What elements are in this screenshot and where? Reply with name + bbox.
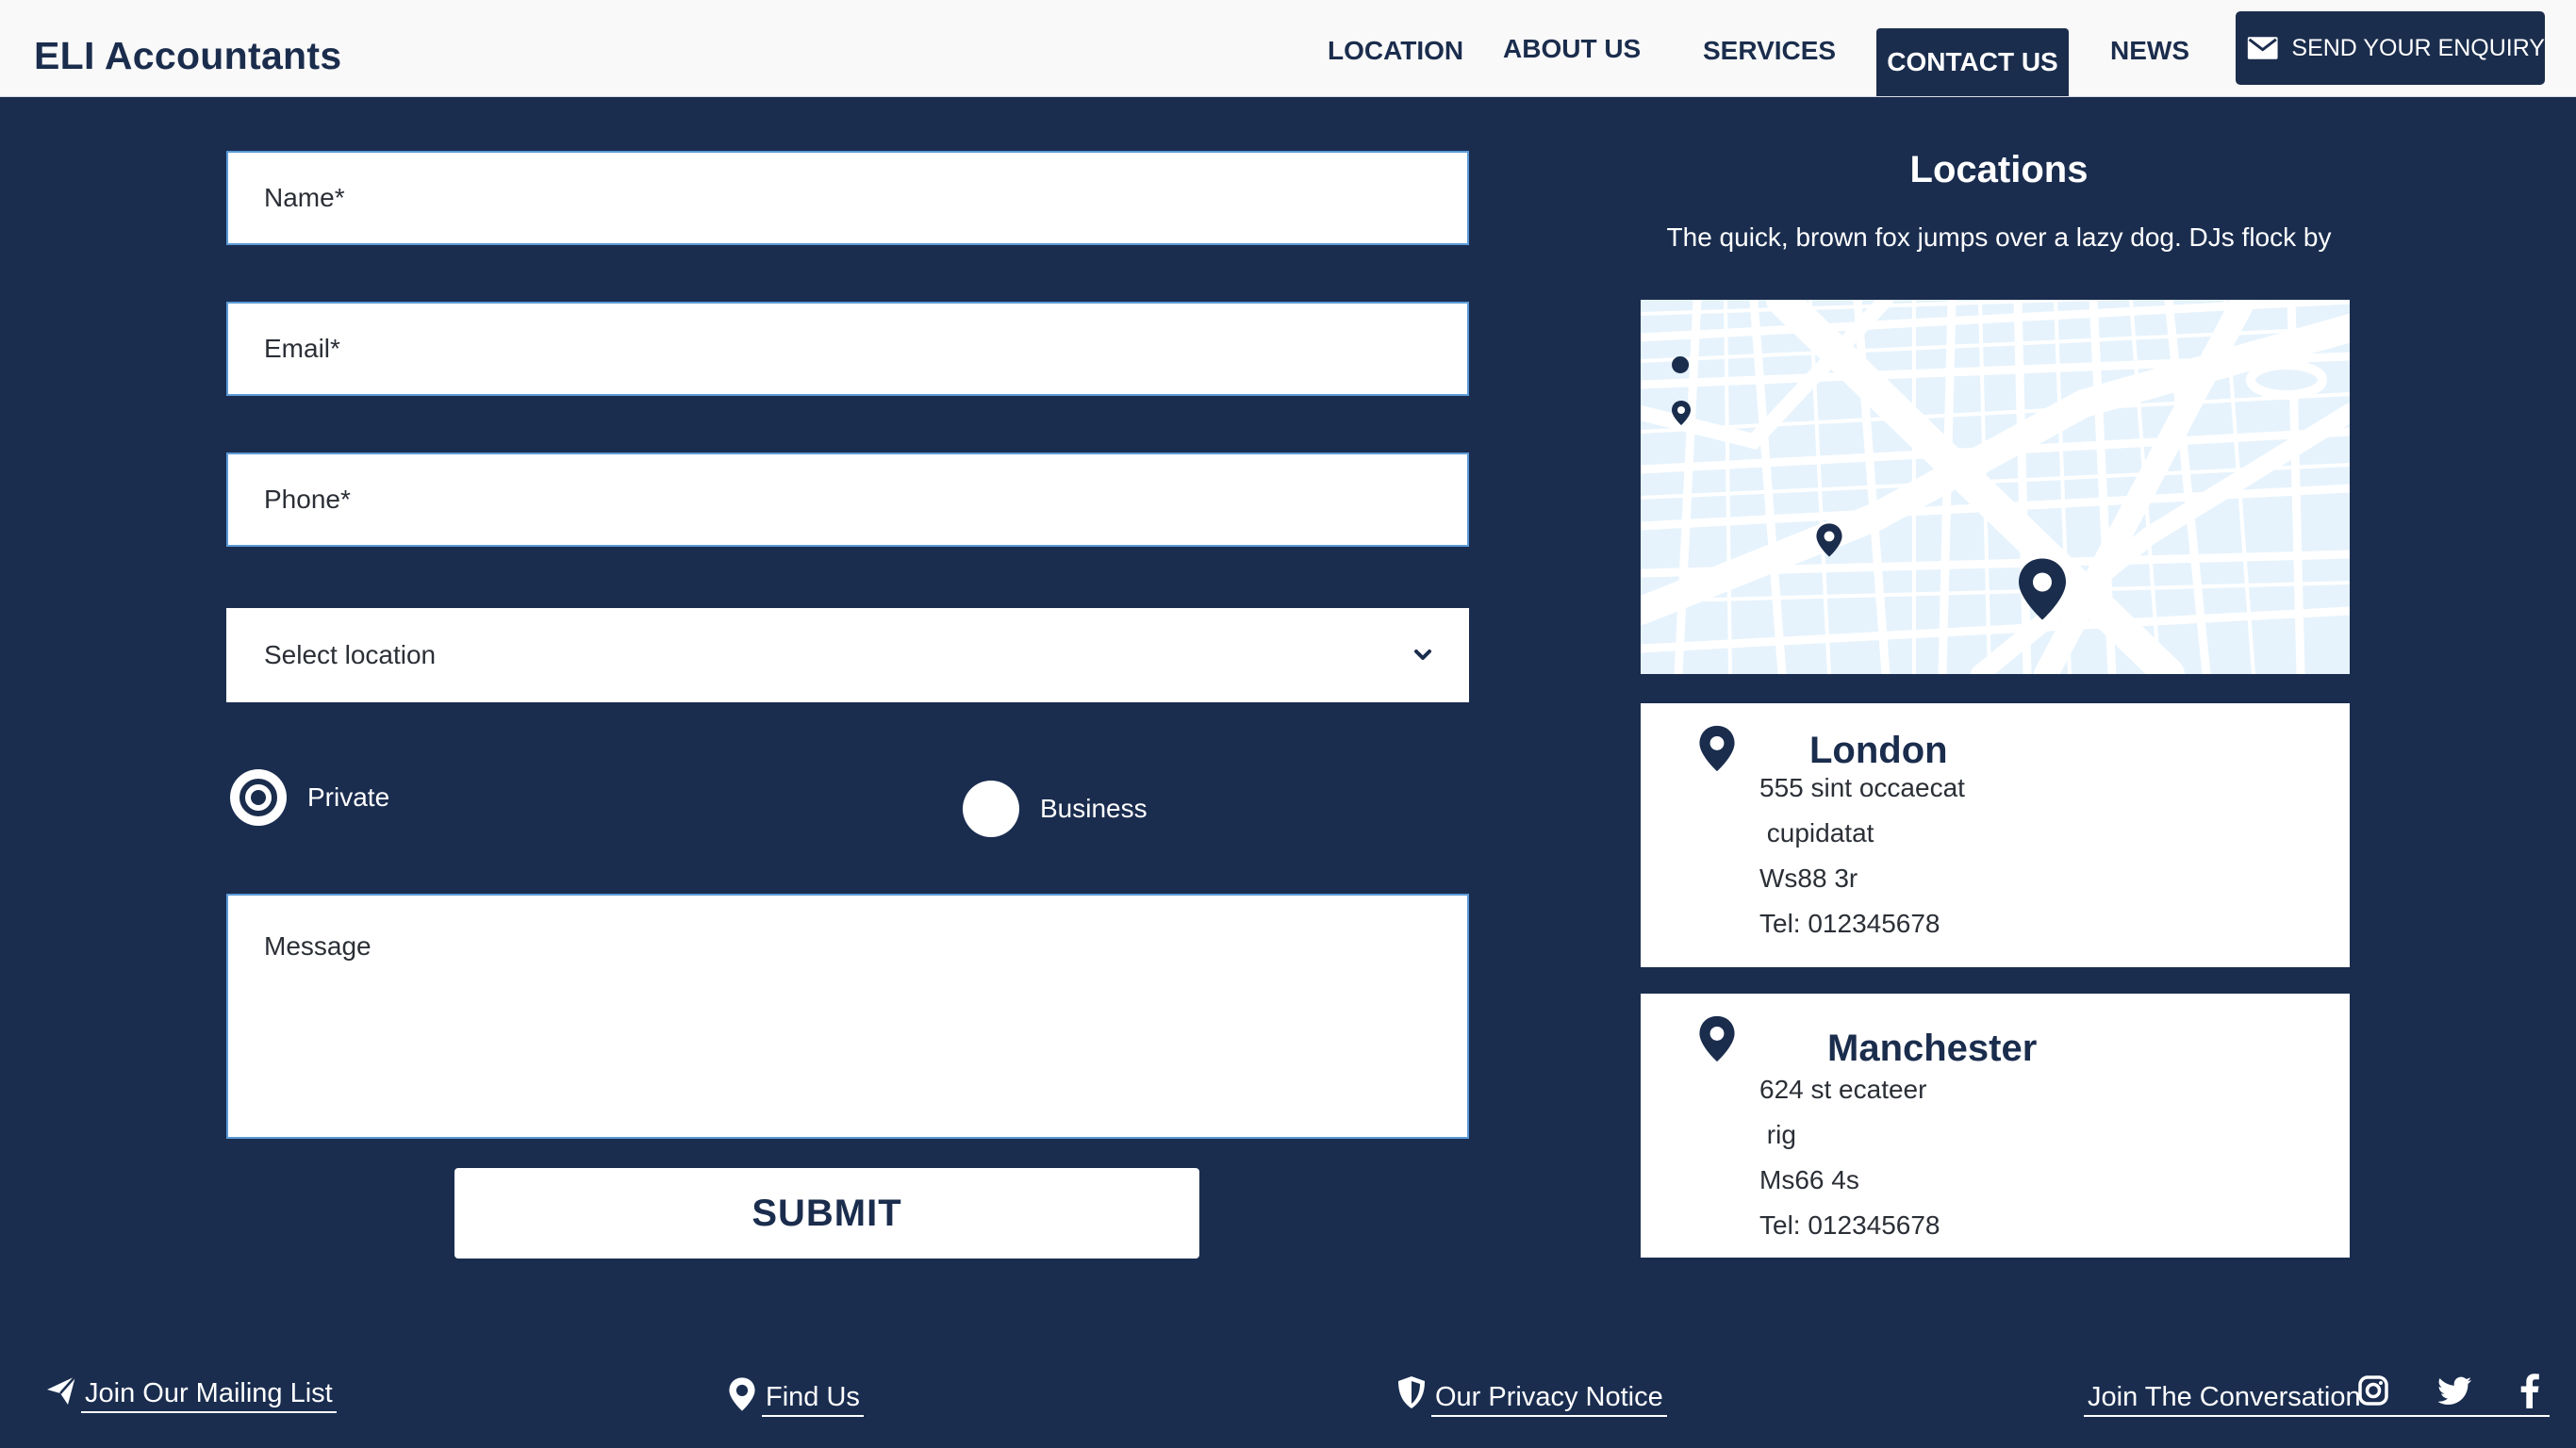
phone-input[interactable] bbox=[226, 452, 1469, 547]
office-address-line2: cupidatat bbox=[1759, 818, 1874, 847]
location-select[interactable]: Select location bbox=[226, 608, 1469, 702]
map-streets bbox=[1641, 300, 2350, 674]
map-pin-icon bbox=[2019, 558, 2066, 620]
paper-plane-icon bbox=[47, 1375, 76, 1405]
location-select-value: Select location bbox=[264, 640, 437, 669]
map-pin-icon bbox=[1672, 356, 1690, 373]
radio-business[interactable]: Business bbox=[963, 781, 1148, 837]
name-input[interactable] bbox=[226, 151, 1469, 245]
office-postcode: Ms66 4s bbox=[1759, 1165, 1859, 1194]
envelope-icon bbox=[2247, 37, 2278, 59]
office-card-london: London 555 sint occaecat cupidatat Ws88 … bbox=[1641, 703, 2350, 967]
locations-map[interactable] bbox=[1641, 300, 2350, 674]
radio-business-label: Business bbox=[1040, 794, 1148, 823]
email-input[interactable] bbox=[226, 302, 1469, 396]
map-pin-icon bbox=[1699, 725, 1735, 772]
send-enquiry-button[interactable]: SEND YOUR ENQUIRY bbox=[2236, 11, 2545, 85]
office-address-line1: 624 st ecateer bbox=[1759, 1075, 1927, 1104]
nav-news[interactable]: NEWS bbox=[2110, 36, 2189, 66]
locations-subtitle: The quick, brown fox jumps over a lazy d… bbox=[1666, 222, 2332, 252]
office-telephone[interactable]: Tel: 012345678 bbox=[1759, 909, 1940, 939]
radio-private-button[interactable] bbox=[230, 769, 287, 826]
radio-private[interactable]: Private bbox=[230, 769, 389, 826]
submit-button[interactable]: SUBMIT bbox=[454, 1168, 1199, 1259]
office-card-manchester: Manchester 624 st ecateer rig Ms66 4s Te… bbox=[1641, 994, 2350, 1258]
nav-contact-us[interactable]: CONTACT US bbox=[1876, 28, 2069, 96]
shield-icon bbox=[1398, 1376, 1425, 1408]
map-pin-icon bbox=[729, 1377, 755, 1411]
map-pin-icon bbox=[1816, 523, 1842, 557]
radio-business-button[interactable] bbox=[963, 781, 1019, 837]
instagram-icon[interactable] bbox=[2357, 1374, 2389, 1407]
message-textarea[interactable] bbox=[226, 894, 1469, 1139]
footer-conversation-link[interactable]: Join The Conversation bbox=[2084, 1382, 2550, 1417]
locations-title: Locations bbox=[1909, 149, 2089, 190]
nav-services[interactable]: SERVICES bbox=[1703, 36, 1836, 66]
office-city: London bbox=[1809, 730, 1948, 771]
send-enquiry-label: SEND YOUR ENQUIRY bbox=[2291, 34, 2545, 61]
office-address-line1: 555 sint occaecat bbox=[1759, 773, 1965, 802]
footer-find-us-link[interactable]: Find Us bbox=[762, 1382, 864, 1417]
nav-about-us[interactable]: ABOUT US bbox=[1503, 34, 1641, 64]
office-postcode: Ws88 3r bbox=[1759, 864, 1858, 893]
radio-selected-dot bbox=[251, 790, 266, 805]
radio-selected-ring bbox=[239, 779, 277, 816]
top-navigation-bar: ELI Accountants LOCATION ABOUT US SERVIC… bbox=[0, 0, 2576, 97]
footer-privacy-link[interactable]: Our Privacy Notice bbox=[1431, 1382, 1667, 1417]
map-pin-icon bbox=[1672, 401, 1691, 425]
twitter-icon[interactable] bbox=[2438, 1376, 2472, 1407]
office-address-line2: rig bbox=[1759, 1120, 1796, 1149]
chevron-down-icon bbox=[1414, 650, 1431, 660]
nav-location[interactable]: LOCATION bbox=[1328, 36, 1463, 66]
map-pin-icon bbox=[1699, 1015, 1735, 1062]
radio-private-label: Private bbox=[307, 782, 390, 812]
footer-mailing-list-link[interactable]: Join Our Mailing List bbox=[81, 1378, 337, 1413]
brand-logo[interactable]: ELI Accountants bbox=[34, 34, 341, 78]
facebook-icon[interactable] bbox=[2519, 1373, 2540, 1408]
office-city: Manchester bbox=[1827, 1028, 2038, 1069]
office-telephone[interactable]: Tel: 012345678 bbox=[1759, 1210, 1940, 1241]
